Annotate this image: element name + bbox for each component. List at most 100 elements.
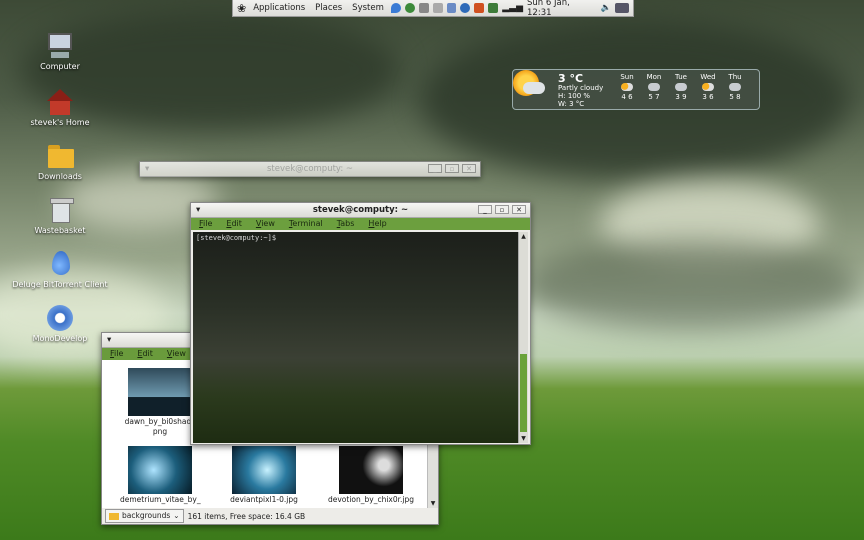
forecast-range: 3 6 bbox=[702, 93, 714, 101]
desktop-icon-monodevelop[interactable]: MonoDevelop bbox=[12, 304, 108, 343]
status-text: 161 items, Free space: 16.4 GB bbox=[187, 511, 306, 521]
status-bar: backgrounds ⌄ 161 items, Free space: 16.… bbox=[102, 508, 441, 524]
menu-terminal[interactable]: Terminal bbox=[289, 218, 323, 230]
menu-file[interactable]: File bbox=[199, 218, 212, 230]
file-item[interactable]: devotion_by_chix0r.jpg bbox=[326, 446, 416, 504]
forecast-thu: Thu 5 8 bbox=[725, 73, 745, 101]
terminal-area[interactable]: [stevek@computy:~]$ bbox=[193, 232, 519, 443]
forecast-day: Wed bbox=[700, 73, 716, 81]
browser-launcher-icon[interactable] bbox=[404, 3, 415, 13]
desktop-icon-computer[interactable]: Computer bbox=[12, 32, 108, 71]
partly-cloudy-icon bbox=[702, 83, 714, 91]
places-menu[interactable]: Places bbox=[312, 3, 345, 13]
applications-menu[interactable]: Applications bbox=[250, 3, 308, 13]
menu-file[interactable]: File bbox=[110, 348, 123, 360]
file-item[interactable]: deviantpixl1-0.jpg bbox=[224, 446, 304, 504]
terminal-menubar: File Edit View Terminal Tabs Help bbox=[191, 218, 530, 230]
desktop-icon-downloads[interactable]: Downloads bbox=[12, 142, 108, 181]
weather-humidity: H: 100 % bbox=[558, 92, 591, 100]
show-desktop-icon[interactable] bbox=[615, 3, 629, 13]
system-menu[interactable]: System bbox=[349, 3, 387, 13]
gnome-foot-icon[interactable]: ❀ bbox=[237, 2, 246, 15]
location-dropdown[interactable]: backgrounds ⌄ bbox=[105, 509, 184, 523]
menu-view[interactable]: View bbox=[256, 218, 275, 230]
tools-tray-icon[interactable] bbox=[474, 3, 485, 13]
scroll-down-icon[interactable]: ▼ bbox=[519, 434, 528, 443]
desktop-icon-label: Wastebasket bbox=[34, 226, 86, 235]
volume-icon[interactable]: 🔈 bbox=[600, 3, 611, 13]
network-launcher-icon[interactable] bbox=[418, 3, 429, 13]
desktop-icon-label: Computer bbox=[40, 62, 80, 71]
weather-widget[interactable]: 3 °C Partly cloudy H: 100 % W: 3 °C Sun … bbox=[512, 69, 760, 110]
deluge-icon bbox=[45, 250, 75, 278]
window-title: stevek@computy: ~ bbox=[266, 164, 354, 174]
monodevelop-launcher-icon[interactable] bbox=[446, 3, 457, 13]
minimize-button[interactable]: _ bbox=[428, 164, 442, 173]
image-thumbnail bbox=[232, 446, 296, 494]
window-menu-icon[interactable]: ▾ bbox=[145, 162, 149, 176]
forecast-sun: Sun 4 6 bbox=[617, 73, 637, 101]
minimize-button[interactable]: _ bbox=[478, 205, 492, 214]
window-menu-icon[interactable]: ▾ bbox=[107, 333, 111, 347]
scroll-down-icon[interactable]: ▼ bbox=[428, 499, 438, 508]
location-label: backgrounds bbox=[122, 511, 171, 520]
image-thumbnail bbox=[128, 368, 192, 416]
window-menu-icon[interactable]: ▾ bbox=[196, 203, 200, 217]
forecast-day: Thu bbox=[728, 73, 742, 81]
desktop-icon-home[interactable]: stevek's Home bbox=[12, 88, 108, 127]
scrollbar-thumb[interactable] bbox=[520, 354, 527, 432]
menu-help[interactable]: Help bbox=[368, 218, 386, 230]
maximize-button[interactable]: ▫ bbox=[495, 205, 509, 214]
titlebar[interactable]: ▾ stevek@computy: ~ _ ▫ ✕ bbox=[191, 203, 530, 218]
rain-icon bbox=[675, 83, 687, 91]
rain-icon bbox=[729, 83, 741, 91]
maximize-button[interactable]: ▫ bbox=[445, 164, 459, 173]
update-tray-icon[interactable] bbox=[488, 3, 499, 13]
scroll-up-icon[interactable]: ▲ bbox=[519, 232, 528, 241]
top-panel: ❀ Applications Places System ▂▃▅ Sun 6 J… bbox=[232, 0, 634, 18]
deluge-tray-icon[interactable] bbox=[460, 3, 471, 13]
file-ext: png bbox=[152, 427, 168, 436]
desktop-icon-label: MonoDevelop bbox=[32, 334, 88, 343]
home-icon bbox=[45, 88, 75, 116]
terminal-scrollbar[interactable]: ▲ ▼ bbox=[518, 232, 528, 443]
terminal-prompt: [stevek@computy:~]$ bbox=[196, 234, 277, 242]
forecast-day: Sun bbox=[620, 73, 634, 81]
computer-icon bbox=[45, 32, 75, 60]
rain-icon bbox=[648, 83, 660, 91]
partly-cloudy-icon bbox=[621, 83, 633, 91]
deluge-launcher-icon[interactable] bbox=[390, 3, 401, 13]
clock[interactable]: Sun 6 Jan, 12:31 bbox=[527, 0, 596, 18]
file-item[interactable]: demetrium_vitae_by_ bbox=[120, 446, 201, 504]
menu-edit[interactable]: Edit bbox=[137, 348, 153, 360]
close-button[interactable]: ✕ bbox=[512, 205, 526, 214]
forecast-day: Tue bbox=[675, 73, 687, 81]
background-terminal-window[interactable]: ▾ stevek@computy: ~ _ ▫ ✕ bbox=[139, 161, 481, 177]
forecast-mon: Mon 5 7 bbox=[644, 73, 664, 101]
close-button[interactable]: ✕ bbox=[462, 164, 476, 173]
file-item[interactable]: dawn_by_bi0shadc png bbox=[120, 368, 200, 436]
file-name: deviantpixl1-0.jpg bbox=[230, 495, 298, 504]
forecast-wed: Wed 3 6 bbox=[698, 73, 718, 101]
forecast-range: 5 8 bbox=[729, 93, 741, 101]
desktop-icon-deluge[interactable]: Deluge BitTorrent Client bbox=[12, 250, 108, 289]
titlebar[interactable]: ▾ stevek@computy: ~ _ ▫ ✕ bbox=[140, 162, 480, 177]
trash-icon bbox=[45, 196, 75, 224]
signal-icon[interactable]: ▂▃▅ bbox=[502, 3, 523, 13]
forecast-range: 3 9 bbox=[675, 93, 687, 101]
forecast-day: Mon bbox=[646, 73, 662, 81]
image-thumbnail bbox=[128, 446, 192, 494]
file-name: devotion_by_chix0r.jpg bbox=[327, 495, 415, 504]
window-title: stevek@computy: ~ bbox=[312, 205, 409, 215]
tool-launcher-icon[interactable] bbox=[432, 3, 443, 13]
monodevelop-icon bbox=[45, 304, 75, 332]
terminal-window[interactable]: ▾ stevek@computy: ~ _ ▫ ✕ File Edit View… bbox=[190, 202, 531, 445]
desktop-icon-label: Downloads bbox=[38, 172, 82, 181]
menu-view[interactable]: View bbox=[167, 348, 186, 360]
desktop-icon-label: stevek's Home bbox=[30, 118, 90, 127]
menu-tabs[interactable]: Tabs bbox=[337, 218, 355, 230]
weather-wind: W: 3 °C bbox=[558, 100, 585, 108]
desktop-icon-wastebasket[interactable]: Wastebasket bbox=[12, 196, 108, 235]
sun-cloud-icon bbox=[511, 68, 545, 102]
menu-edit[interactable]: Edit bbox=[226, 218, 242, 230]
